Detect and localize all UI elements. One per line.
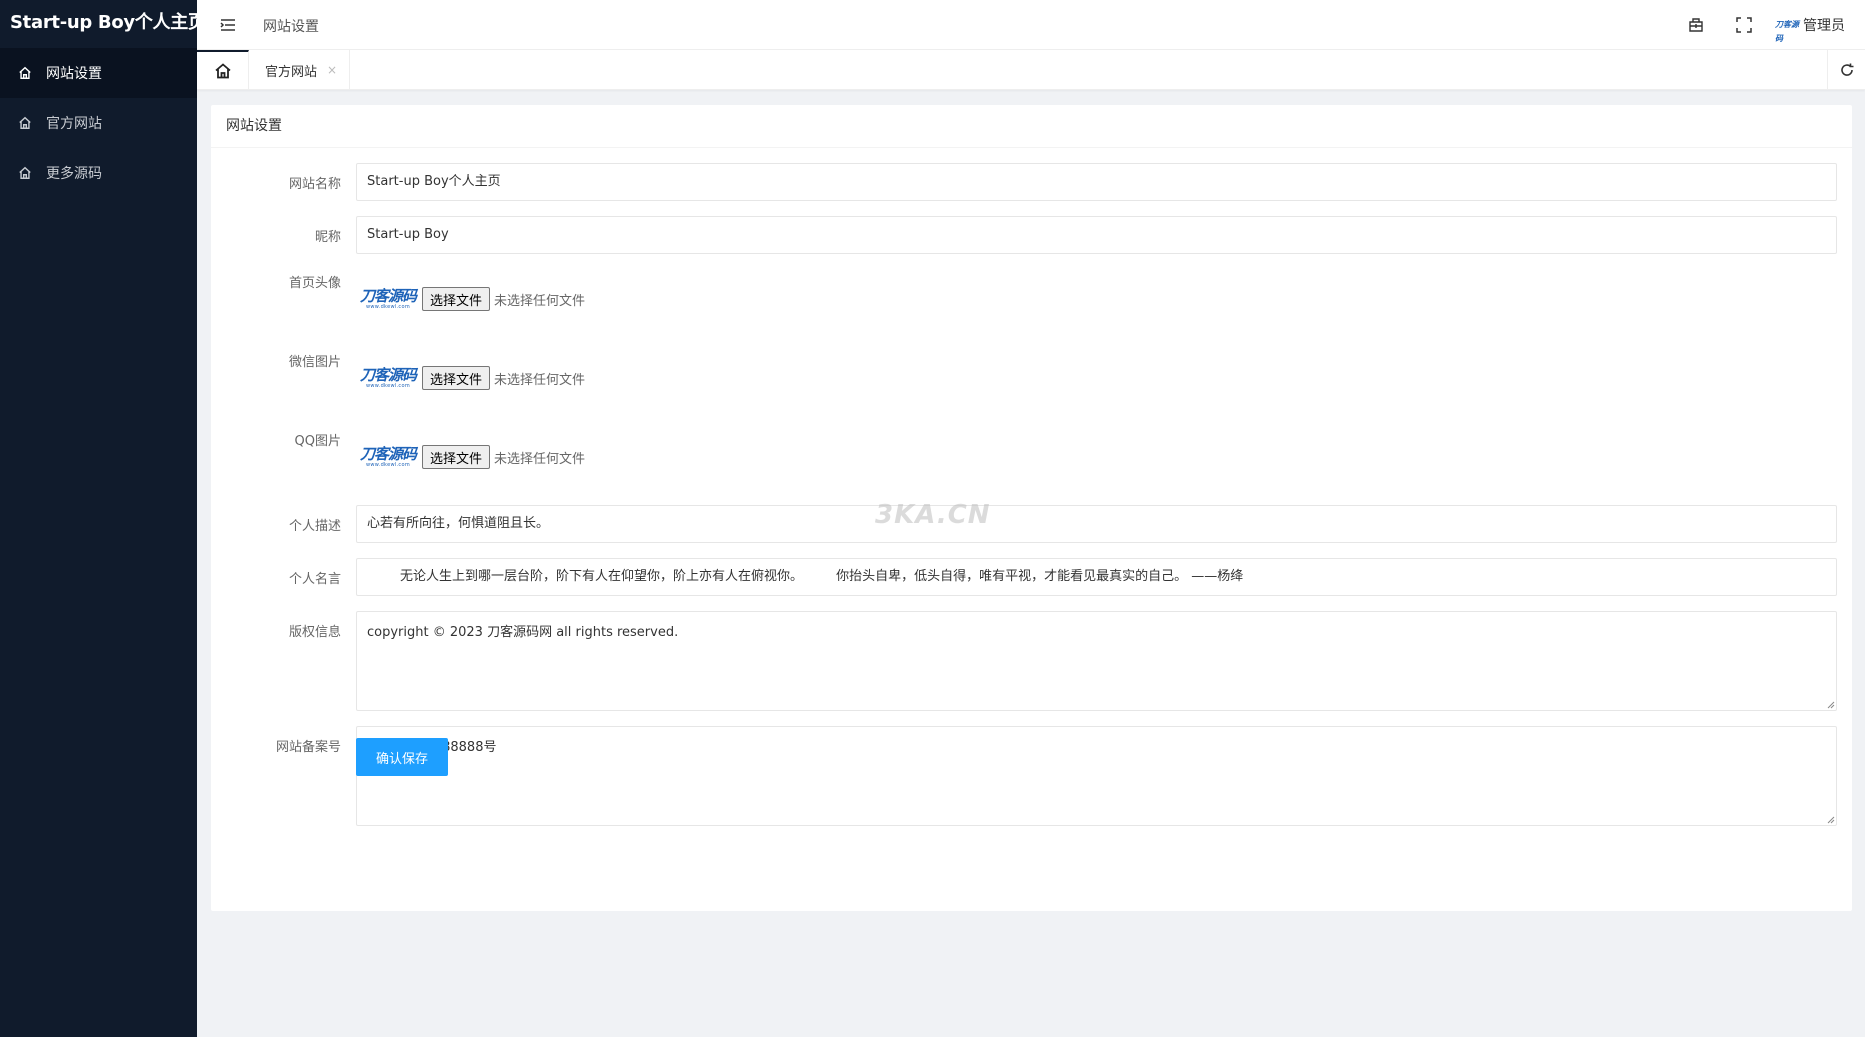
form-row-icp: 网站备案号 ICP备8888888888号 bbox=[211, 726, 1837, 826]
wechat-preview: 刀客源码 www.dkewl.com bbox=[356, 348, 420, 408]
refresh-button[interactable] bbox=[1827, 50, 1865, 90]
qq-upload: 刀客源码 www.dkewl.com 选择文件 未选择任何文件 bbox=[356, 427, 585, 487]
site-name-label: 网站名称 bbox=[288, 177, 341, 192]
icp-textarea[interactable]: ICP备8888888888号 bbox=[356, 726, 1837, 826]
nickname-label: 昵称 bbox=[314, 230, 341, 245]
preview-brand: 刀客源码 bbox=[359, 287, 417, 305]
avatar-label: 首页头像 bbox=[288, 276, 341, 291]
refresh-icon bbox=[1840, 63, 1853, 76]
site-name-input[interactable]: Start-up Boy个人主页 bbox=[356, 163, 1837, 201]
sidebar-item-site-settings[interactable]: 网站设置 bbox=[0, 48, 197, 98]
description-label: 个人描述 bbox=[288, 519, 341, 534]
qq-file-status: 未选择任何文件 bbox=[494, 451, 586, 467]
tab-official-site[interactable]: 官方网站 × bbox=[249, 50, 351, 90]
tab-label: 官方网站 bbox=[265, 64, 318, 80]
nickname-input[interactable]: Start-up Boy bbox=[356, 216, 1837, 254]
admin-avatar: 刀客源码 bbox=[1775, 20, 1799, 43]
form-row-copyright: 版权信息 copyright © 2023 刀客源码网 all rights r… bbox=[211, 611, 1837, 711]
qq-choose-file-button[interactable]: 选择文件 bbox=[422, 445, 491, 469]
motto-input[interactable]: 无论人生上到哪一层台阶，阶下有人在仰望你，阶上亦有人在俯视你。 你抬头自卑，低头… bbox=[356, 558, 1837, 596]
form-row-avatar: 首页头像 刀客源码 www.dkewl.com 选择文件 未选择任何文件 bbox=[211, 269, 1837, 335]
tab-home[interactable] bbox=[197, 50, 249, 90]
avatar-file-status: 未选择任何文件 bbox=[494, 293, 586, 309]
admin-name: 管理员 bbox=[1803, 18, 1845, 34]
avatar-choose-file-button[interactable]: 选择文件 bbox=[422, 287, 491, 311]
fullscreen-icon[interactable] bbox=[1735, 16, 1753, 34]
home-icon bbox=[214, 63, 231, 79]
avatar-preview: 刀客源码 www.dkewl.com bbox=[356, 269, 420, 329]
sidebar: Start-up Boy个人主页 网站设置 官方网站 更多源码 bbox=[0, 0, 197, 1037]
preview-brand: 刀客源码 bbox=[359, 445, 417, 463]
form-row-motto: 个人名言 无论人生上到哪一层台阶，阶下有人在仰望你，阶上亦有人在俯视你。 你抬头… bbox=[211, 558, 1837, 596]
preview-brand: 刀客源码 bbox=[359, 366, 417, 384]
settings-card: 网站设置 网站名称 Start-up Boy个人主页 昵称 Start-up B… bbox=[211, 105, 1852, 911]
home-icon bbox=[18, 66, 32, 80]
home-icon bbox=[18, 166, 32, 180]
description-input[interactable]: 心若有所向往，何惧道阻且长。 bbox=[356, 505, 1837, 543]
wechat-choose-file-button[interactable]: 选择文件 bbox=[422, 366, 491, 390]
preview-url: www.dkewl.com bbox=[365, 304, 410, 310]
qq-preview: 刀客源码 www.dkewl.com bbox=[356, 427, 420, 487]
menu-toggle-icon[interactable] bbox=[219, 16, 237, 34]
preview-url: www.dkewl.com bbox=[365, 383, 410, 389]
clear-cache-icon[interactable] bbox=[1687, 16, 1705, 34]
sidebar-item-label: 官方网站 bbox=[46, 116, 102, 132]
tab-close-icon[interactable]: × bbox=[327, 63, 337, 77]
sidebar-item-label: 网站设置 bbox=[46, 66, 102, 82]
admin-menu[interactable]: 刀客源码 管理员 bbox=[1775, 15, 1845, 43]
avatar-upload: 刀客源码 www.dkewl.com 选择文件 未选择任何文件 bbox=[356, 269, 585, 329]
form-row-wechat: 微信图片 刀客源码 www.dkewl.com 选择文件 未选择任何文件 bbox=[211, 348, 1837, 414]
icp-label: 网站备案号 bbox=[275, 740, 341, 755]
resize-grip-icon[interactable] bbox=[1827, 816, 1835, 824]
header-breadcrumb: 网站设置 bbox=[263, 19, 319, 35]
copyright-label: 版权信息 bbox=[288, 625, 341, 640]
form-row-description: 个人描述 心若有所向往，何惧道阻且长。 bbox=[211, 505, 1837, 543]
top-header: 网站设置 刀客源码 管理员 bbox=[197, 0, 1865, 50]
save-button[interactable]: 确认保存 bbox=[356, 738, 448, 776]
qq-label: QQ图片 bbox=[294, 434, 341, 449]
home-icon bbox=[18, 116, 32, 130]
preview-url: www.dkewl.com bbox=[365, 462, 410, 468]
sidebar-item-label: 更多源码 bbox=[46, 166, 102, 182]
form-row-site-name: 网站名称 Start-up Boy个人主页 bbox=[211, 163, 1837, 201]
app-logo[interactable]: Start-up Boy个人主页 bbox=[0, 0, 197, 48]
wechat-upload: 刀客源码 www.dkewl.com 选择文件 未选择任何文件 bbox=[356, 348, 585, 408]
wechat-file-status: 未选择任何文件 bbox=[494, 372, 586, 388]
form-row-nickname: 昵称 Start-up Boy bbox=[211, 216, 1837, 254]
form-row-qq: QQ图片 刀客源码 www.dkewl.com 选择文件 未选择任何文件 bbox=[211, 427, 1837, 493]
copyright-textarea[interactable]: copyright © 2023 刀客源码网 all rights reserv… bbox=[356, 611, 1837, 711]
watermark: 3KA.CN bbox=[875, 500, 991, 530]
sidebar-item-more-source[interactable]: 更多源码 bbox=[0, 148, 197, 198]
motto-label: 个人名言 bbox=[288, 572, 341, 587]
sidebar-item-official-site[interactable]: 官方网站 bbox=[0, 98, 197, 148]
resize-grip-icon[interactable] bbox=[1827, 701, 1835, 709]
wechat-label: 微信图片 bbox=[288, 355, 341, 370]
tab-bar: 官方网站 × bbox=[197, 50, 1865, 90]
header-actions: 刀客源码 管理员 bbox=[1657, 0, 1845, 50]
card-title: 网站设置 bbox=[211, 105, 1852, 148]
